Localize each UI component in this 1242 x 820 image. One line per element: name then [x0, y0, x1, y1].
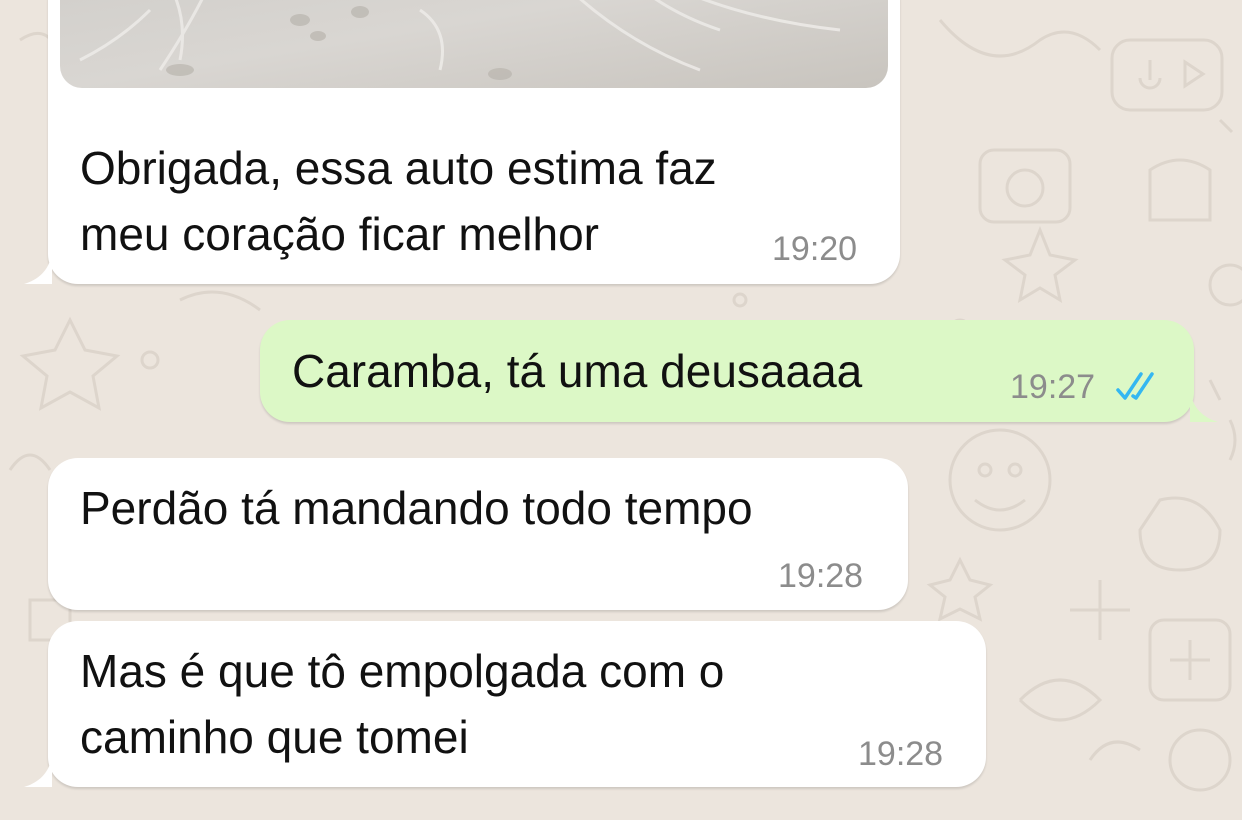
message-timestamp: 19:28	[858, 735, 944, 773]
bubble-tail	[1190, 390, 1218, 422]
bubble-tail	[24, 755, 52, 787]
message-text: Perdão tá mandando todo tempo	[80, 482, 753, 534]
message-text: Obrigada, essa auto estima faz meu coraç…	[80, 142, 717, 260]
message-bubble-incoming-3[interactable]: Mas é que tô empolgada com o caminho que…	[24, 621, 986, 787]
message-text: Caramba, tá uma deusaaaa	[292, 345, 863, 397]
message-bubble-incoming-1[interactable]: Obrigada, essa auto estima faz meu coraç…	[24, 0, 900, 284]
bubble-tail	[24, 252, 52, 284]
message-bubble-outgoing-1[interactable]: Caramba, tá uma deusaaaa 19:27	[260, 320, 1218, 422]
message-text: Mas é que tô empolgada com o caminho que…	[80, 645, 725, 763]
beach-photo[interactable]	[60, 0, 888, 88]
message-timestamp: 19:20	[772, 230, 858, 268]
message-bubble-incoming-2[interactable]: Perdão tá mandando todo tempo 19:28	[48, 458, 908, 610]
message-timestamp: 19:27	[1010, 368, 1096, 406]
double-check-icon	[1116, 372, 1154, 400]
message-timestamp: 19:28	[778, 557, 864, 595]
